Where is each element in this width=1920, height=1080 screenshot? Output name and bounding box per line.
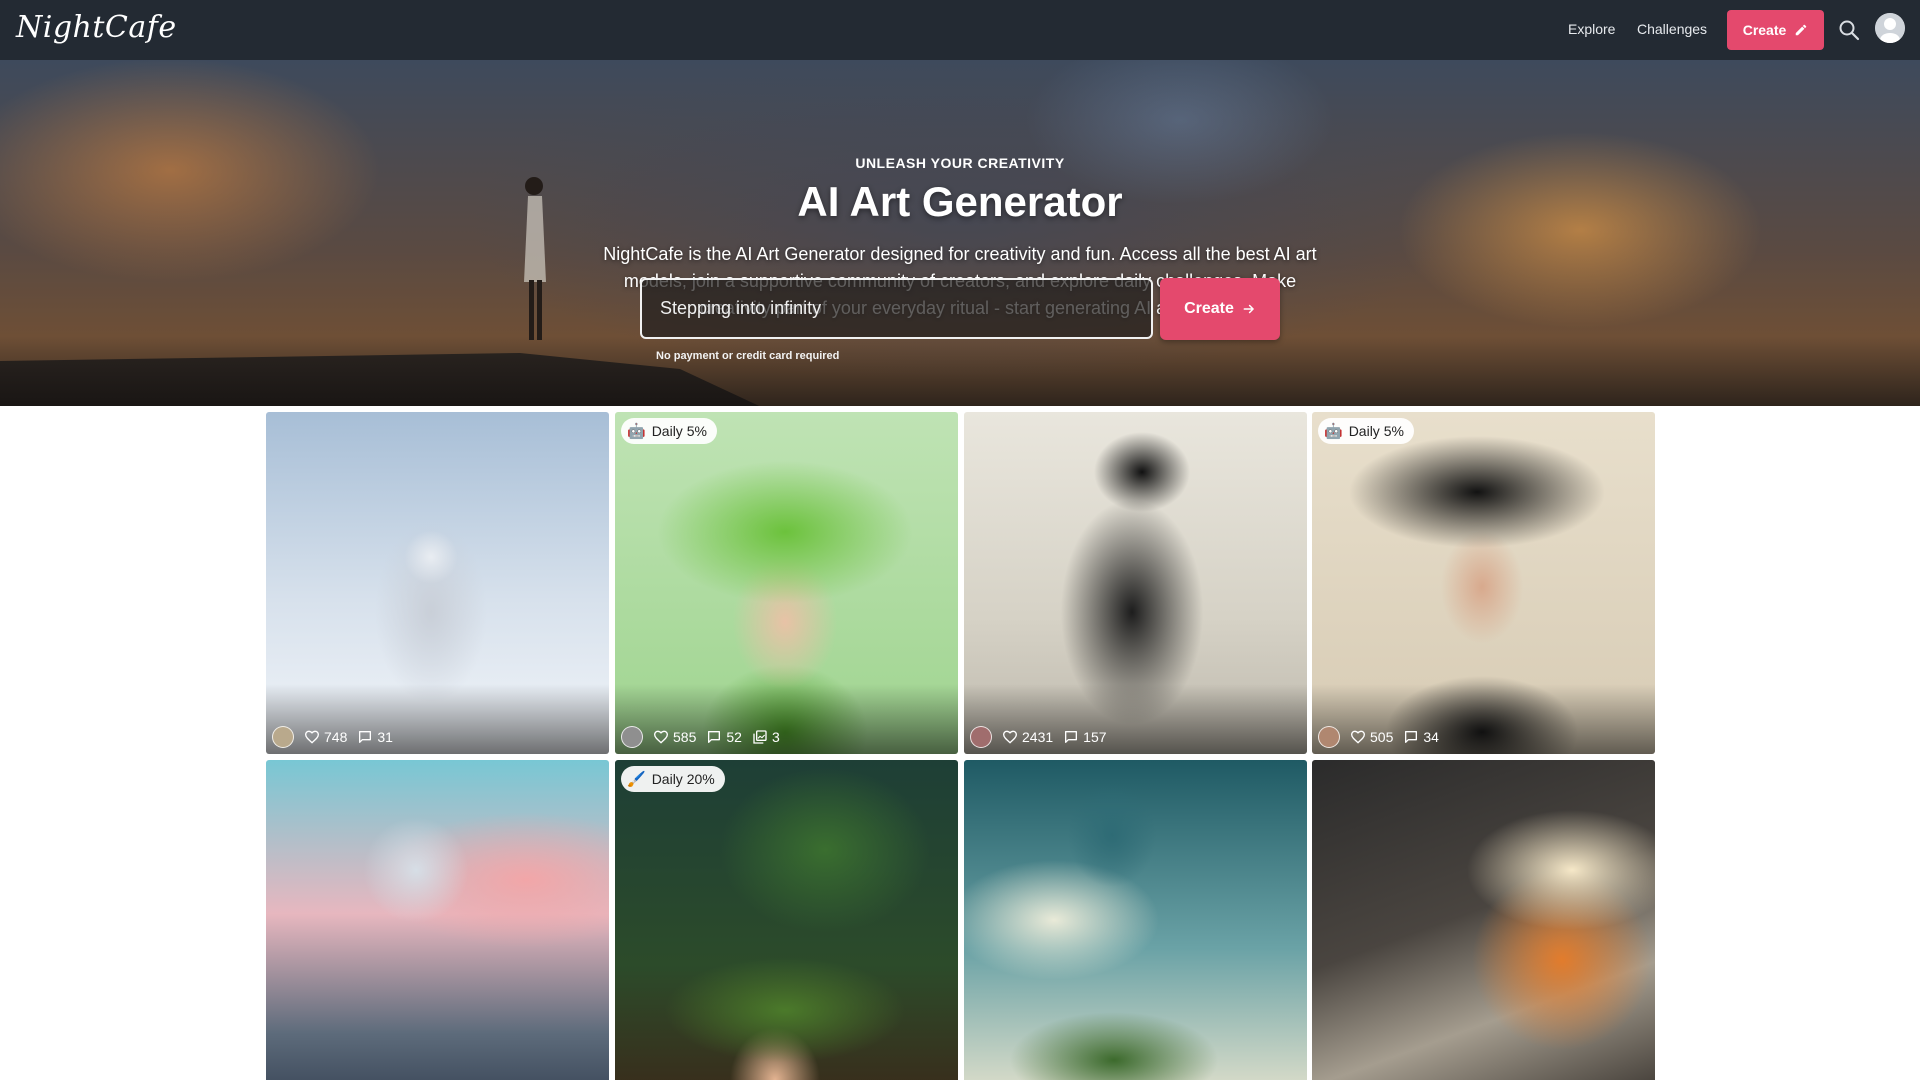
- top-navigation-bar: NightCafe Explore Challenges Create: [0, 0, 1920, 60]
- daily-challenge-badge: 🤖 Daily 5%: [621, 418, 717, 444]
- no-payment-note: No payment or credit card required: [656, 350, 840, 362]
- artwork-image: [615, 760, 958, 1080]
- image-count[interactable]: 3: [752, 729, 780, 745]
- card-stats: 505 34: [1318, 726, 1443, 748]
- like-count-value: 748: [324, 729, 348, 745]
- arrow-right-icon: [1243, 304, 1254, 314]
- comment-count-value: 52: [726, 729, 742, 745]
- comment-icon: [1405, 731, 1418, 743]
- hero-banner: UNLEASH YOUR CREATIVITY AI Art Generator…: [0, 60, 1920, 406]
- card-stats: 585 52 3: [621, 726, 784, 748]
- artwork-image: [266, 760, 609, 1080]
- nightcafe-logo[interactable]: NightCafe: [16, 10, 177, 45]
- heart-icon: [1002, 730, 1018, 744]
- comment-count-value: 157: [1083, 729, 1107, 745]
- comment-count[interactable]: 52: [706, 729, 742, 745]
- creator-avatar[interactable]: [1318, 726, 1340, 748]
- paintbrush-icon: 🖌️: [627, 771, 646, 788]
- card-stats: 748 31: [272, 726, 397, 748]
- daily-challenge-badge: 🤖 Daily 5%: [1318, 418, 1414, 444]
- create-nav-button[interactable]: Create: [1727, 10, 1824, 50]
- comment-icon: [708, 731, 721, 743]
- gallery-card[interactable]: [1312, 760, 1655, 1080]
- like-count[interactable]: 585: [653, 729, 696, 745]
- gallery-card[interactable]: [266, 760, 609, 1080]
- gallery-card[interactable]: 2431 157: [964, 412, 1307, 754]
- comment-count[interactable]: 34: [1403, 729, 1439, 745]
- creator-avatar[interactable]: [970, 726, 992, 748]
- heart-icon: [1350, 730, 1366, 744]
- artwork-image: [964, 760, 1307, 1080]
- robot-icon: 🤖: [1324, 423, 1343, 440]
- card-stats: 2431 157: [970, 726, 1111, 748]
- comment-icon: [359, 731, 372, 743]
- robot-icon: 🤖: [627, 423, 646, 440]
- like-count[interactable]: 748: [304, 729, 347, 745]
- gallery-card[interactable]: [964, 760, 1307, 1080]
- image-stack-icon: [753, 730, 767, 744]
- like-count-value: 2431: [1022, 729, 1054, 745]
- gallery-card[interactable]: 🤖 Daily 5% 505 34: [1312, 412, 1655, 754]
- heart-icon: [304, 730, 320, 744]
- comment-count[interactable]: 31: [357, 729, 393, 745]
- search-button[interactable]: [1837, 18, 1861, 42]
- artwork-image: [1312, 760, 1655, 1080]
- comment-count-value: 31: [377, 729, 393, 745]
- like-count[interactable]: 505: [1350, 729, 1393, 745]
- gallery-card[interactable]: 🖌️ Daily 20%: [615, 760, 958, 1080]
- search-icon: [1839, 20, 1860, 41]
- nav-explore-link[interactable]: Explore: [1568, 21, 1615, 37]
- hero-eyebrow: UNLEASH YOUR CREATIVITY: [855, 155, 1065, 171]
- hero-create-button[interactable]: Create: [1160, 278, 1280, 340]
- gallery-card[interactable]: 748 31: [266, 412, 609, 754]
- create-nav-label: Create: [1742, 22, 1787, 38]
- like-count-value: 505: [1370, 729, 1394, 745]
- heart-icon: [653, 730, 669, 744]
- user-avatar-icon: [1875, 13, 1905, 43]
- hero-title: AI Art Generator: [797, 178, 1123, 225]
- like-count-value: 585: [673, 729, 697, 745]
- user-avatar[interactable]: [1875, 13, 1905, 43]
- pencil-icon: [1796, 24, 1807, 36]
- creator-avatar[interactable]: [621, 726, 643, 748]
- comment-count[interactable]: 157: [1063, 729, 1107, 745]
- creator-avatar[interactable]: [272, 726, 294, 748]
- like-count[interactable]: 2431: [1002, 729, 1053, 745]
- nav-challenges-link[interactable]: Challenges: [1637, 21, 1707, 37]
- prompt-input[interactable]: [640, 278, 1153, 339]
- badge-label: Daily 5%: [1348, 423, 1404, 439]
- hero-create-label: Create: [1184, 300, 1234, 317]
- image-count-value: 3: [771, 729, 780, 745]
- comment-icon: [1065, 731, 1078, 743]
- badge-label: Daily 20%: [651, 771, 715, 787]
- gallery-card[interactable]: 🤖 Daily 5% 585 52 3: [615, 412, 958, 754]
- comment-count-value: 34: [1423, 729, 1439, 745]
- daily-challenge-badge: 🖌️ Daily 20%: [621, 766, 725, 792]
- creations-gallery: 748 31 🤖 Daily 5% 585 52 3 2431 157 🤖 Da…: [266, 412, 1655, 1080]
- badge-label: Daily 5%: [651, 423, 707, 439]
